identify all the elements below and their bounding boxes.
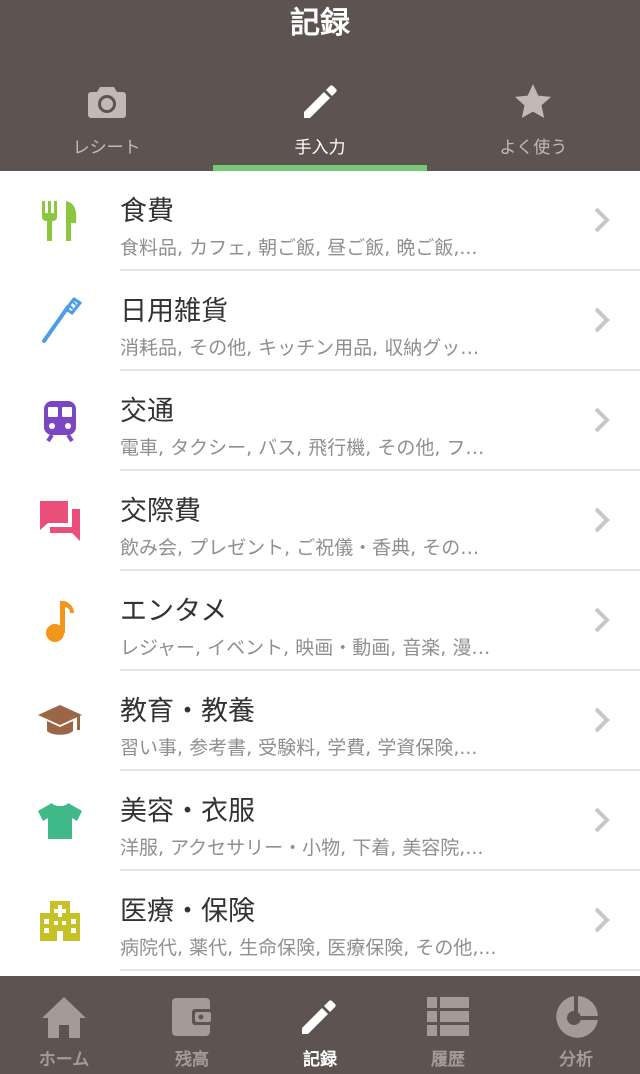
nav-record[interactable]: 記録: [256, 976, 384, 1074]
toothbrush-icon: [36, 297, 84, 345]
nav-label: 分析: [559, 1050, 593, 1070]
category-subcategories: 習い事, 参考書, 受験料, 学費, 学資保険,...: [120, 737, 478, 759]
tab-label: 手入力: [294, 138, 346, 158]
pencil-icon: [303, 85, 337, 118]
nav-label: ホーム: [38, 1050, 90, 1070]
chevron-right-icon: [594, 307, 610, 333]
category-title: エンタメ: [120, 596, 228, 627]
tab-label: レシート: [72, 138, 141, 158]
home-icon: [42, 997, 86, 1038]
graduation-cap-icon: [36, 697, 84, 745]
chevron-right-icon: [594, 207, 610, 233]
tshirt-icon: [36, 797, 84, 845]
category-list: 食費 食料品, カフェ, 朝ご飯, 昼ご飯, 晩ご飯,... 日用雑貨 消耗品,…: [0, 171, 640, 976]
category-subcategories: 消耗品, その他, キッチン用品, 収納グッ…: [120, 337, 480, 359]
train-icon: [36, 397, 84, 445]
category-row-entertainment[interactable]: エンタメ レジャー, イベント, 映画・動画, 音楽, 漫…: [0, 571, 640, 671]
category-title: 医療・保険: [120, 896, 255, 927]
category-row-food[interactable]: 食費 食料品, カフェ, 朝ご飯, 昼ご飯, 晩ご飯,...: [0, 171, 640, 271]
fork-knife-icon: [36, 197, 84, 245]
category-row-beauty-clothing[interactable]: 美容・衣服 洋服, アクセサリー・小物, 下着, 美容院,...: [0, 771, 640, 871]
category-row-medical-insurance[interactable]: 医療・保険 病院代, 薬代, 生命保険, 医療保険, その他,...: [0, 871, 640, 971]
nav-history[interactable]: 履歴: [384, 976, 512, 1074]
pie-chart-icon: [556, 996, 598, 1038]
camera-icon: [87, 87, 126, 118]
tab-manual-input[interactable]: 手入力: [213, 76, 427, 171]
category-row-education[interactable]: 教育・教養 習い事, 参考書, 受験料, 学費, 学資保険,...: [0, 671, 640, 771]
nav-home[interactable]: ホーム: [0, 976, 128, 1074]
bottom-navigation: ホーム 残高 記録 履歴 分析: [0, 976, 640, 1074]
tab-receipt[interactable]: レシート: [0, 76, 213, 171]
star-icon: [515, 84, 552, 118]
nav-balance[interactable]: 残高: [128, 976, 256, 1074]
category-subcategories: 電車, タクシー, バス, 飛行機, その他, フ…: [120, 437, 485, 459]
input-mode-tabs: レシート 手入力 よく使う: [0, 76, 640, 171]
chevron-right-icon: [594, 407, 610, 433]
page-title: 記録: [290, 6, 350, 41]
list-icon: [427, 997, 469, 1036]
category-subcategories: レジャー, イベント, 映画・動画, 音楽, 漫…: [120, 637, 491, 659]
category-title: 交通: [120, 396, 174, 427]
nav-label: 残高: [175, 1050, 209, 1070]
chevron-right-icon: [594, 807, 610, 833]
tab-favorites[interactable]: よく使う: [427, 76, 640, 171]
category-title: 日用雑貨: [120, 296, 228, 327]
chevron-right-icon: [594, 507, 610, 533]
app-header: 記録 レシート 手入力 よく使う: [0, 0, 640, 171]
category-subcategories: 病院代, 薬代, 生命保険, 医療保険, その他,...: [120, 937, 497, 959]
chevron-right-icon: [594, 607, 610, 633]
category-row-social[interactable]: 交際費 飲み会, プレゼント, ご祝儀・香典, その…: [0, 471, 640, 571]
hospital-icon: [36, 897, 84, 945]
category-title: 教育・教養: [120, 696, 255, 727]
chevron-right-icon: [594, 907, 610, 933]
category-row-daily-goods[interactable]: 日用雑貨 消耗品, その他, キッチン用品, 収納グッ…: [0, 271, 640, 371]
chat-bubbles-icon: [36, 497, 84, 545]
category-row-transport[interactable]: 交通 電車, タクシー, バス, 飛行機, その他, フ…: [0, 371, 640, 471]
category-subcategories: 洋服, アクセサリー・小物, 下着, 美容院,...: [120, 837, 484, 859]
chevron-right-icon: [594, 707, 610, 733]
wallet-icon: [172, 998, 214, 1036]
category-title: 美容・衣服: [120, 796, 255, 827]
category-subcategories: 食料品, カフェ, 朝ご飯, 昼ご飯, 晩ご飯,...: [120, 237, 478, 259]
category-subcategories: 飲み会, プレゼント, ご祝儀・香典, その…: [120, 537, 480, 559]
pencil-icon: [302, 1000, 336, 1034]
nav-analysis[interactable]: 分析: [512, 976, 640, 1074]
category-title: 食費: [120, 196, 174, 227]
category-title: 交際費: [120, 496, 201, 527]
music-note-icon: [36, 597, 84, 645]
tab-label: よく使う: [499, 138, 568, 158]
nav-label: 記録: [303, 1050, 337, 1070]
nav-label: 履歴: [431, 1050, 465, 1070]
divider: [120, 969, 640, 971]
